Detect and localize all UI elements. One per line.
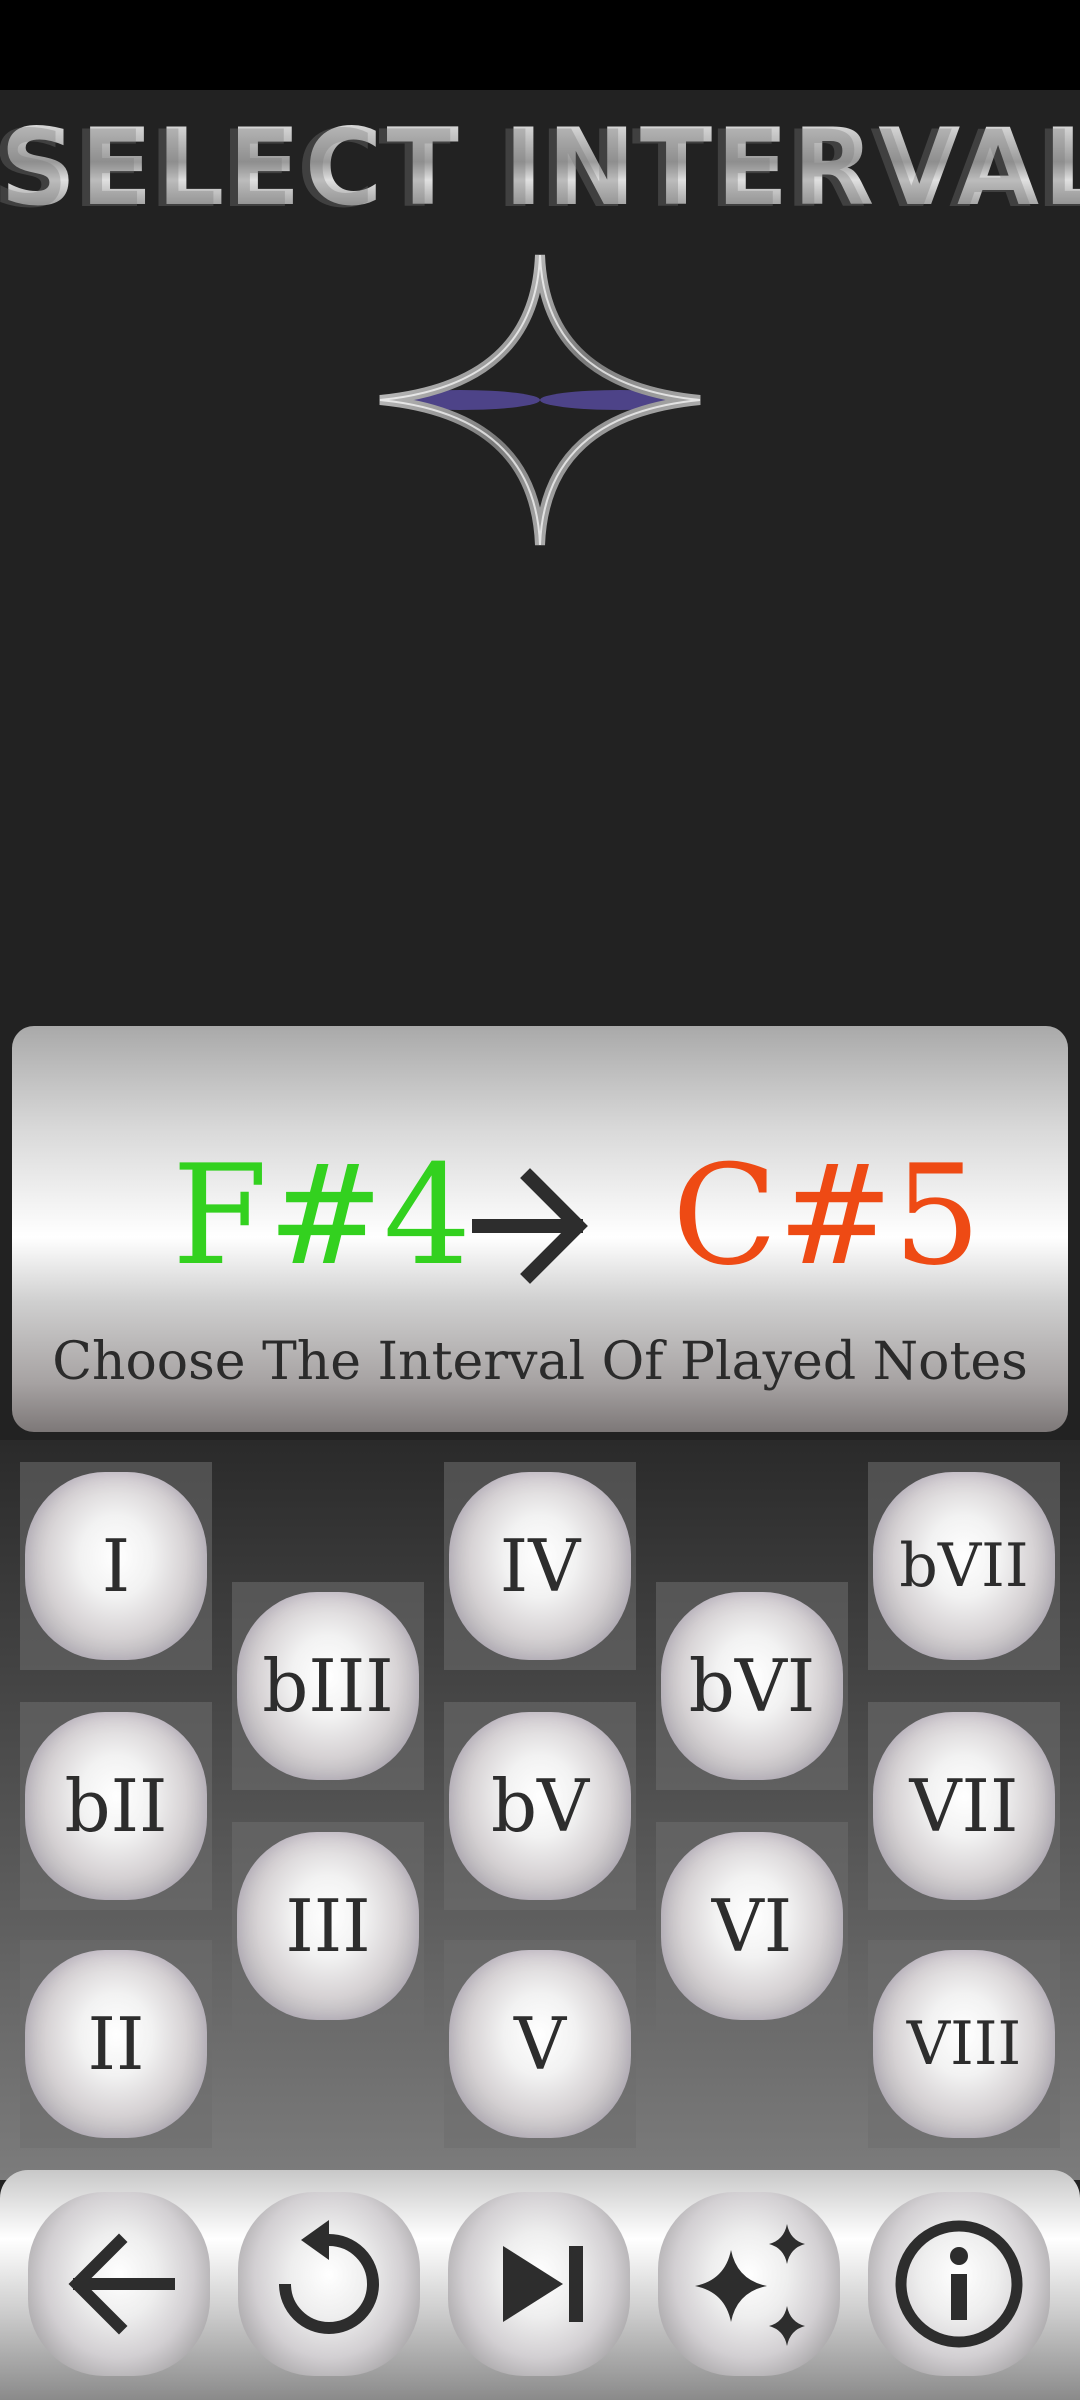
back-button[interactable] — [28, 2192, 210, 2376]
cell-bVI: bVI — [656, 1582, 848, 1790]
skip-next-icon — [503, 2246, 583, 2322]
cell-bVII: bVII — [868, 1462, 1060, 1670]
interval-button-VIII[interactable]: VIII — [873, 1950, 1055, 2138]
info-icon — [895, 2220, 1023, 2348]
note-panel: F#4 C#5 Choose The Interval Of Played No… — [12, 1026, 1068, 1432]
cell-bII: bII — [20, 1702, 212, 1910]
interval-button-bII[interactable]: bII — [25, 1712, 207, 1900]
interval-button-VII[interactable]: VII — [873, 1712, 1055, 1900]
cell-VI: VI — [656, 1822, 848, 2030]
interval-button-bVI[interactable]: bVI — [661, 1592, 843, 1780]
interval-button-bV[interactable]: bV — [449, 1712, 631, 1900]
interval-grid: I bII II bIII III IV bV V bVI VI bVII VI… — [0, 1440, 1080, 2180]
page-title: SELECT INTERVAL — [0, 108, 1080, 228]
instruction-text: Choose The Interval Of Played Notes — [52, 1332, 1028, 1392]
replay-icon — [279, 2220, 379, 2334]
cell-VII: VII — [868, 1702, 1060, 1910]
interval-button-I[interactable]: I — [25, 1472, 207, 1660]
interval-button-II[interactable]: II — [25, 1950, 207, 2138]
replay-button[interactable] — [238, 2192, 420, 2376]
cell-VIII: VIII — [868, 1940, 1060, 2148]
cell-II: II — [20, 1940, 212, 2148]
back-arrow-icon — [68, 2233, 175, 2335]
second-note: C#5 — [672, 1135, 982, 1296]
cell-bIII: bIII — [232, 1582, 424, 1790]
interval-button-III[interactable]: III — [237, 1832, 419, 2020]
cell-V: V — [444, 1940, 636, 2148]
first-note: F#4 — [172, 1135, 472, 1296]
sparkle-icon — [695, 2224, 805, 2346]
sparkle-button[interactable] — [658, 2192, 840, 2376]
skip-next-button[interactable] — [448, 2192, 630, 2376]
interval-button-V[interactable]: V — [449, 1950, 631, 2138]
cell-III: III — [232, 1822, 424, 2030]
right-arrow-icon — [472, 1168, 588, 1284]
status-bar — [0, 0, 1080, 90]
interval-button-IV[interactable]: IV — [449, 1472, 631, 1660]
bottom-toolbar — [0, 2170, 1080, 2400]
interval-button-VI[interactable]: VI — [661, 1832, 843, 2020]
sparkle-logo-icon — [379, 254, 701, 546]
interval-button-bIII[interactable]: bIII — [237, 1592, 419, 1780]
cell-IV: IV — [444, 1462, 636, 1670]
notes-row: F#4 C#5 — [12, 1126, 1068, 1306]
cell-I: I — [20, 1462, 212, 1670]
interval-button-bVII[interactable]: bVII — [873, 1472, 1055, 1660]
info-button[interactable] — [868, 2192, 1050, 2376]
cell-bV: bV — [444, 1702, 636, 1910]
